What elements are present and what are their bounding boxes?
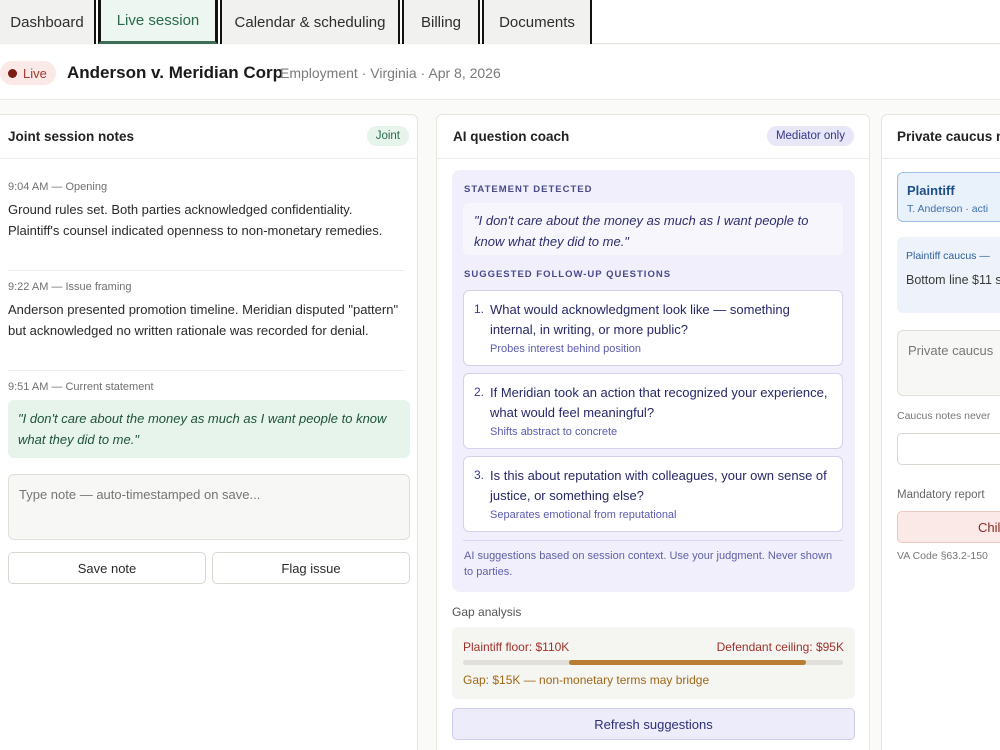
question-rationale: Shifts abstract to concrete (490, 426, 618, 438)
current-statement-quote: "I don't care about the money as much as… (8, 400, 410, 458)
question-number: 1. (474, 302, 485, 316)
session-header: Live Anderson v. Meridian Corp Employmen… (0, 45, 1000, 100)
tab-live-session[interactable]: Live session (98, 0, 218, 44)
refresh-suggestions-button[interactable]: Refresh suggestions (452, 708, 855, 740)
note-time: 9:22 AM — Issue framing (8, 281, 132, 293)
note-input[interactable] (8, 474, 410, 540)
note-text: Anderson presented promotion timeline. M… (8, 302, 399, 338)
plaintiff-caucus-note: Plaintiff caucus — Bottom line $11 signi… (897, 237, 1000, 313)
ai-disclaimer: AI suggestions based on session context.… (464, 550, 833, 578)
plaintiff-floor: Plaintiff floor: $110K (463, 640, 570, 654)
gap-analysis-label: Gap analysis (452, 605, 522, 619)
mediator-only-badge: Mediator only (766, 126, 854, 146)
coach-divider (463, 540, 843, 541)
flag-issue-button[interactable]: Flag issue (212, 552, 410, 584)
gap-summary: Gap: $15K — non-monetary terms may bridg… (463, 673, 710, 687)
gap-bar-track (463, 660, 843, 665)
caucus-note-body: Bottom line $11 significant — pu (906, 273, 1000, 287)
mandatory-report-button[interactable]: Chil (897, 511, 1000, 543)
statement-detected-label: STATEMENT DETECTED (464, 184, 593, 195)
tab-bar: Dashboard Live session Calendar & schedu… (0, 0, 1000, 44)
tab-billing[interactable]: Billing (402, 0, 480, 44)
question-text: If Meridian took an action that recogniz… (490, 385, 828, 420)
live-label: Live (23, 65, 47, 81)
ai-coach-title: AI question coach (453, 129, 570, 144)
question-card-1[interactable]: 1. What would acknowledgment look like —… (463, 290, 843, 366)
note-divider (8, 370, 404, 371)
note-item: 9:22 AM — Issue framing Anderson present… (8, 281, 404, 341)
tab-documents[interactable]: Documents (482, 0, 592, 44)
gap-bar-fill (569, 660, 806, 665)
case-title: Anderson v. Meridian Corp (67, 63, 283, 82)
live-badge: Live (0, 61, 56, 85)
question-number: 3. (474, 468, 485, 482)
joint-notes-panel: Joint session notes Joint 9:04 AM — Open… (0, 114, 418, 750)
detected-statement: "I don't care about the money as much as… (463, 203, 843, 255)
note-time: 9:04 AM — Opening (8, 181, 108, 193)
joint-notes-title: Joint session notes (8, 129, 135, 144)
mandatory-report-label: Mandatory report (897, 489, 985, 501)
caucus-title: Private caucus n (897, 129, 1000, 144)
ai-coach-panel: AI question coach Mediator only STATEMEN… (436, 114, 870, 750)
caucus-field[interactable] (897, 433, 1000, 465)
tab-label: Documents (499, 13, 575, 31)
question-text: Is this about reputation with colleagues… (490, 468, 827, 503)
note-divider (8, 270, 404, 271)
caucus-hint: Caucus notes never (897, 410, 991, 422)
question-text: What would acknowledgment look like — so… (490, 302, 790, 337)
note-item: 9:04 AM — Opening Ground rules set. Both… (8, 181, 404, 241)
tab-label: Live session (116, 12, 200, 29)
question-rationale: Probes interest behind position (490, 343, 642, 355)
coach-suggestions: STATEMENT DETECTED "I don't care about t… (452, 170, 855, 592)
plaintiff-caucus-tab[interactable]: Plaintiff T. Anderson · acti (897, 172, 1000, 222)
tab-calendar-scheduling[interactable]: Calendar & scheduling (220, 0, 400, 44)
case-meta: Employment · Virginia · Apr 8, 2026 (280, 65, 501, 81)
question-card-3[interactable]: 3. Is this about reputation with colleag… (463, 456, 843, 532)
question-card-2[interactable]: 2. If Meridian took an action that recog… (463, 373, 843, 449)
va-code-reference: VA Code §63.2-150 (897, 550, 988, 562)
ai-coach-header: AI question coach Mediator only (437, 115, 869, 159)
joint-badge: Joint (366, 126, 409, 146)
tab-label: Billing (420, 13, 462, 31)
save-note-button[interactable]: Save note (8, 552, 206, 584)
tab-label: Calendar & scheduling (234, 13, 386, 31)
note-item: 9:51 AM — Current statement (8, 381, 404, 393)
note-text: Ground rules set. Both parties acknowled… (8, 202, 383, 238)
gap-analysis-box: Plaintiff floor: $110K Defendant ceiling… (452, 627, 855, 699)
joint-notes-header: Joint session notes Joint (0, 115, 417, 159)
tab-label: Dashboard (10, 13, 84, 31)
plaintiff-name: Plaintiff (907, 183, 955, 198)
note-time: 9:51 AM — Current statement (8, 381, 154, 393)
question-number: 2. (474, 385, 485, 399)
plaintiff-subtitle: T. Anderson · acti (907, 203, 989, 215)
tab-dashboard[interactable]: Dashboard (0, 0, 96, 44)
private-caucus-panel: Private caucus n Plaintiff T. Anderson ·… (881, 114, 1000, 750)
live-dot-icon (8, 68, 17, 78)
question-rationale: Separates emotional from reputational (490, 509, 677, 521)
defendant-ceiling: Defendant ceiling: $95K (716, 640, 844, 654)
followup-label: SUGGESTED FOLLOW-UP QUESTIONS (464, 269, 672, 280)
caucus-note-heading: Plaintiff caucus — (906, 250, 990, 262)
caucus-header: Private caucus n (882, 115, 1000, 159)
caucus-note-input[interactable]: Private caucus (897, 330, 1000, 396)
